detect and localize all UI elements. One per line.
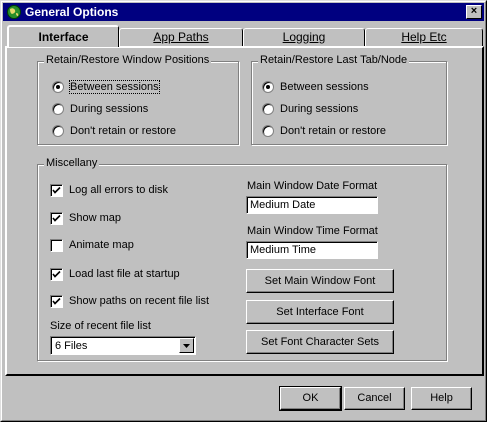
group-label: Miscellany	[44, 157, 100, 169]
date-format-label: Main Window Date Format	[247, 180, 378, 192]
recent-size-value: 6 Files	[55, 340, 88, 352]
button-label: Set Interface Font	[276, 306, 364, 318]
cancel-button[interactable]: Cancel	[344, 387, 405, 410]
radio-tab-between[interactable]: Between sessions	[262, 79, 369, 95]
general-options-dialog: General Options × Interface App Paths Lo…	[0, 0, 487, 422]
window-title: General Options	[25, 5, 119, 19]
time-format-value: Medium Time	[250, 244, 317, 256]
button-label: OK	[302, 392, 319, 404]
close-button[interactable]: ×	[466, 5, 482, 19]
checkbox[interactable]	[50, 238, 63, 252]
button-label: Cancel	[357, 392, 392, 404]
miscellany-group: Miscellany Log all errors to disk Show m…	[37, 157, 447, 361]
radio-window-dont[interactable]: Don't retain or restore	[52, 123, 176, 139]
tab-interface[interactable]: Interface	[7, 25, 119, 47]
recent-size-select[interactable]: 6 Files	[50, 336, 196, 355]
radio-button[interactable]	[52, 81, 64, 93]
checkbox[interactable]	[50, 294, 63, 308]
time-format-input[interactable]: Medium Time	[246, 241, 378, 259]
check-icon	[52, 297, 61, 305]
tab-logging[interactable]: Logging	[243, 28, 365, 46]
checkbox-show-paths[interactable]: Show paths on recent file list	[50, 293, 209, 309]
checkbox[interactable]	[50, 211, 63, 225]
group-label: Retain/Restore Window Positions	[44, 54, 212, 66]
button-label: Set Font Character Sets	[261, 336, 379, 348]
chevron-down-icon	[183, 344, 190, 348]
radio-tab-during[interactable]: During sessions	[262, 101, 358, 117]
close-icon: ×	[470, 5, 478, 17]
tab-label: App Paths	[153, 30, 209, 44]
check-icon	[52, 214, 61, 222]
radio-label: Don't retain or restore	[280, 125, 387, 137]
help-button[interactable]: Help	[411, 387, 472, 410]
tab-app-paths[interactable]: App Paths	[119, 28, 243, 46]
radio-button[interactable]	[262, 103, 274, 115]
set-interface-font-button[interactable]: Set Interface Font	[246, 300, 394, 324]
radio-button[interactable]	[262, 125, 274, 137]
checkbox-animate-map[interactable]: Animate map	[50, 237, 134, 253]
checkbox-label: Load last file at startup	[69, 268, 180, 280]
check-icon	[52, 186, 61, 194]
radio-label: Between sessions	[69, 80, 160, 94]
checkbox-load-last-file[interactable]: Load last file at startup	[50, 266, 180, 282]
ok-button[interactable]: OK	[279, 386, 342, 411]
tab-label: Help Etc	[401, 30, 447, 44]
tab-help-etc[interactable]: Help Etc	[365, 28, 483, 46]
radio-label: Don't retain or restore	[70, 125, 177, 137]
time-format-label: Main Window Time Format	[247, 225, 378, 237]
radio-button[interactable]	[52, 103, 64, 115]
set-font-charsets-button[interactable]: Set Font Character Sets	[246, 330, 394, 354]
radio-label: During sessions	[70, 103, 149, 115]
dropdown-button[interactable]	[179, 338, 194, 353]
last-tab-group: Retain/Restore Last Tab/Node Between ses…	[251, 54, 447, 145]
checkbox[interactable]	[50, 267, 63, 281]
set-main-window-font-button[interactable]: Set Main Window Font	[246, 269, 394, 293]
title-bar[interactable]: General Options ×	[3, 3, 484, 21]
globe-icon	[6, 4, 22, 20]
checkbox[interactable]	[50, 183, 63, 197]
radio-label: During sessions	[280, 103, 359, 115]
group-label: Retain/Restore Last Tab/Node	[258, 54, 410, 66]
radio-button[interactable]	[52, 125, 64, 137]
checkbox-label: Log all errors to disk	[69, 184, 169, 196]
tab-label: Interface	[38, 30, 89, 44]
interface-tab-panel: Retain/Restore Window Positions Between …	[5, 46, 484, 376]
recent-size-label: Size of recent file list	[50, 320, 151, 332]
check-icon	[52, 270, 61, 278]
radio-tab-dont[interactable]: Don't retain or restore	[262, 123, 386, 139]
radio-button[interactable]	[262, 81, 274, 93]
radio-window-between[interactable]: Between sessions	[52, 79, 160, 95]
checkbox-label: Show paths on recent file list	[69, 295, 210, 307]
checkbox-show-map[interactable]: Show map	[50, 210, 121, 226]
radio-window-during[interactable]: During sessions	[52, 101, 148, 117]
date-format-input[interactable]: Medium Date	[246, 196, 378, 214]
tab-label: Logging	[282, 30, 326, 44]
checkbox-label: Show map	[69, 212, 121, 224]
button-label: Help	[430, 392, 453, 404]
button-label: Set Main Window Font	[264, 275, 376, 287]
window-positions-group: Retain/Restore Window Positions Between …	[37, 54, 239, 145]
checkbox-log-errors[interactable]: Log all errors to disk	[50, 182, 168, 198]
checkbox-label: Animate map	[69, 239, 134, 251]
date-format-value: Medium Date	[250, 199, 316, 211]
radio-label: Between sessions	[280, 81, 369, 93]
